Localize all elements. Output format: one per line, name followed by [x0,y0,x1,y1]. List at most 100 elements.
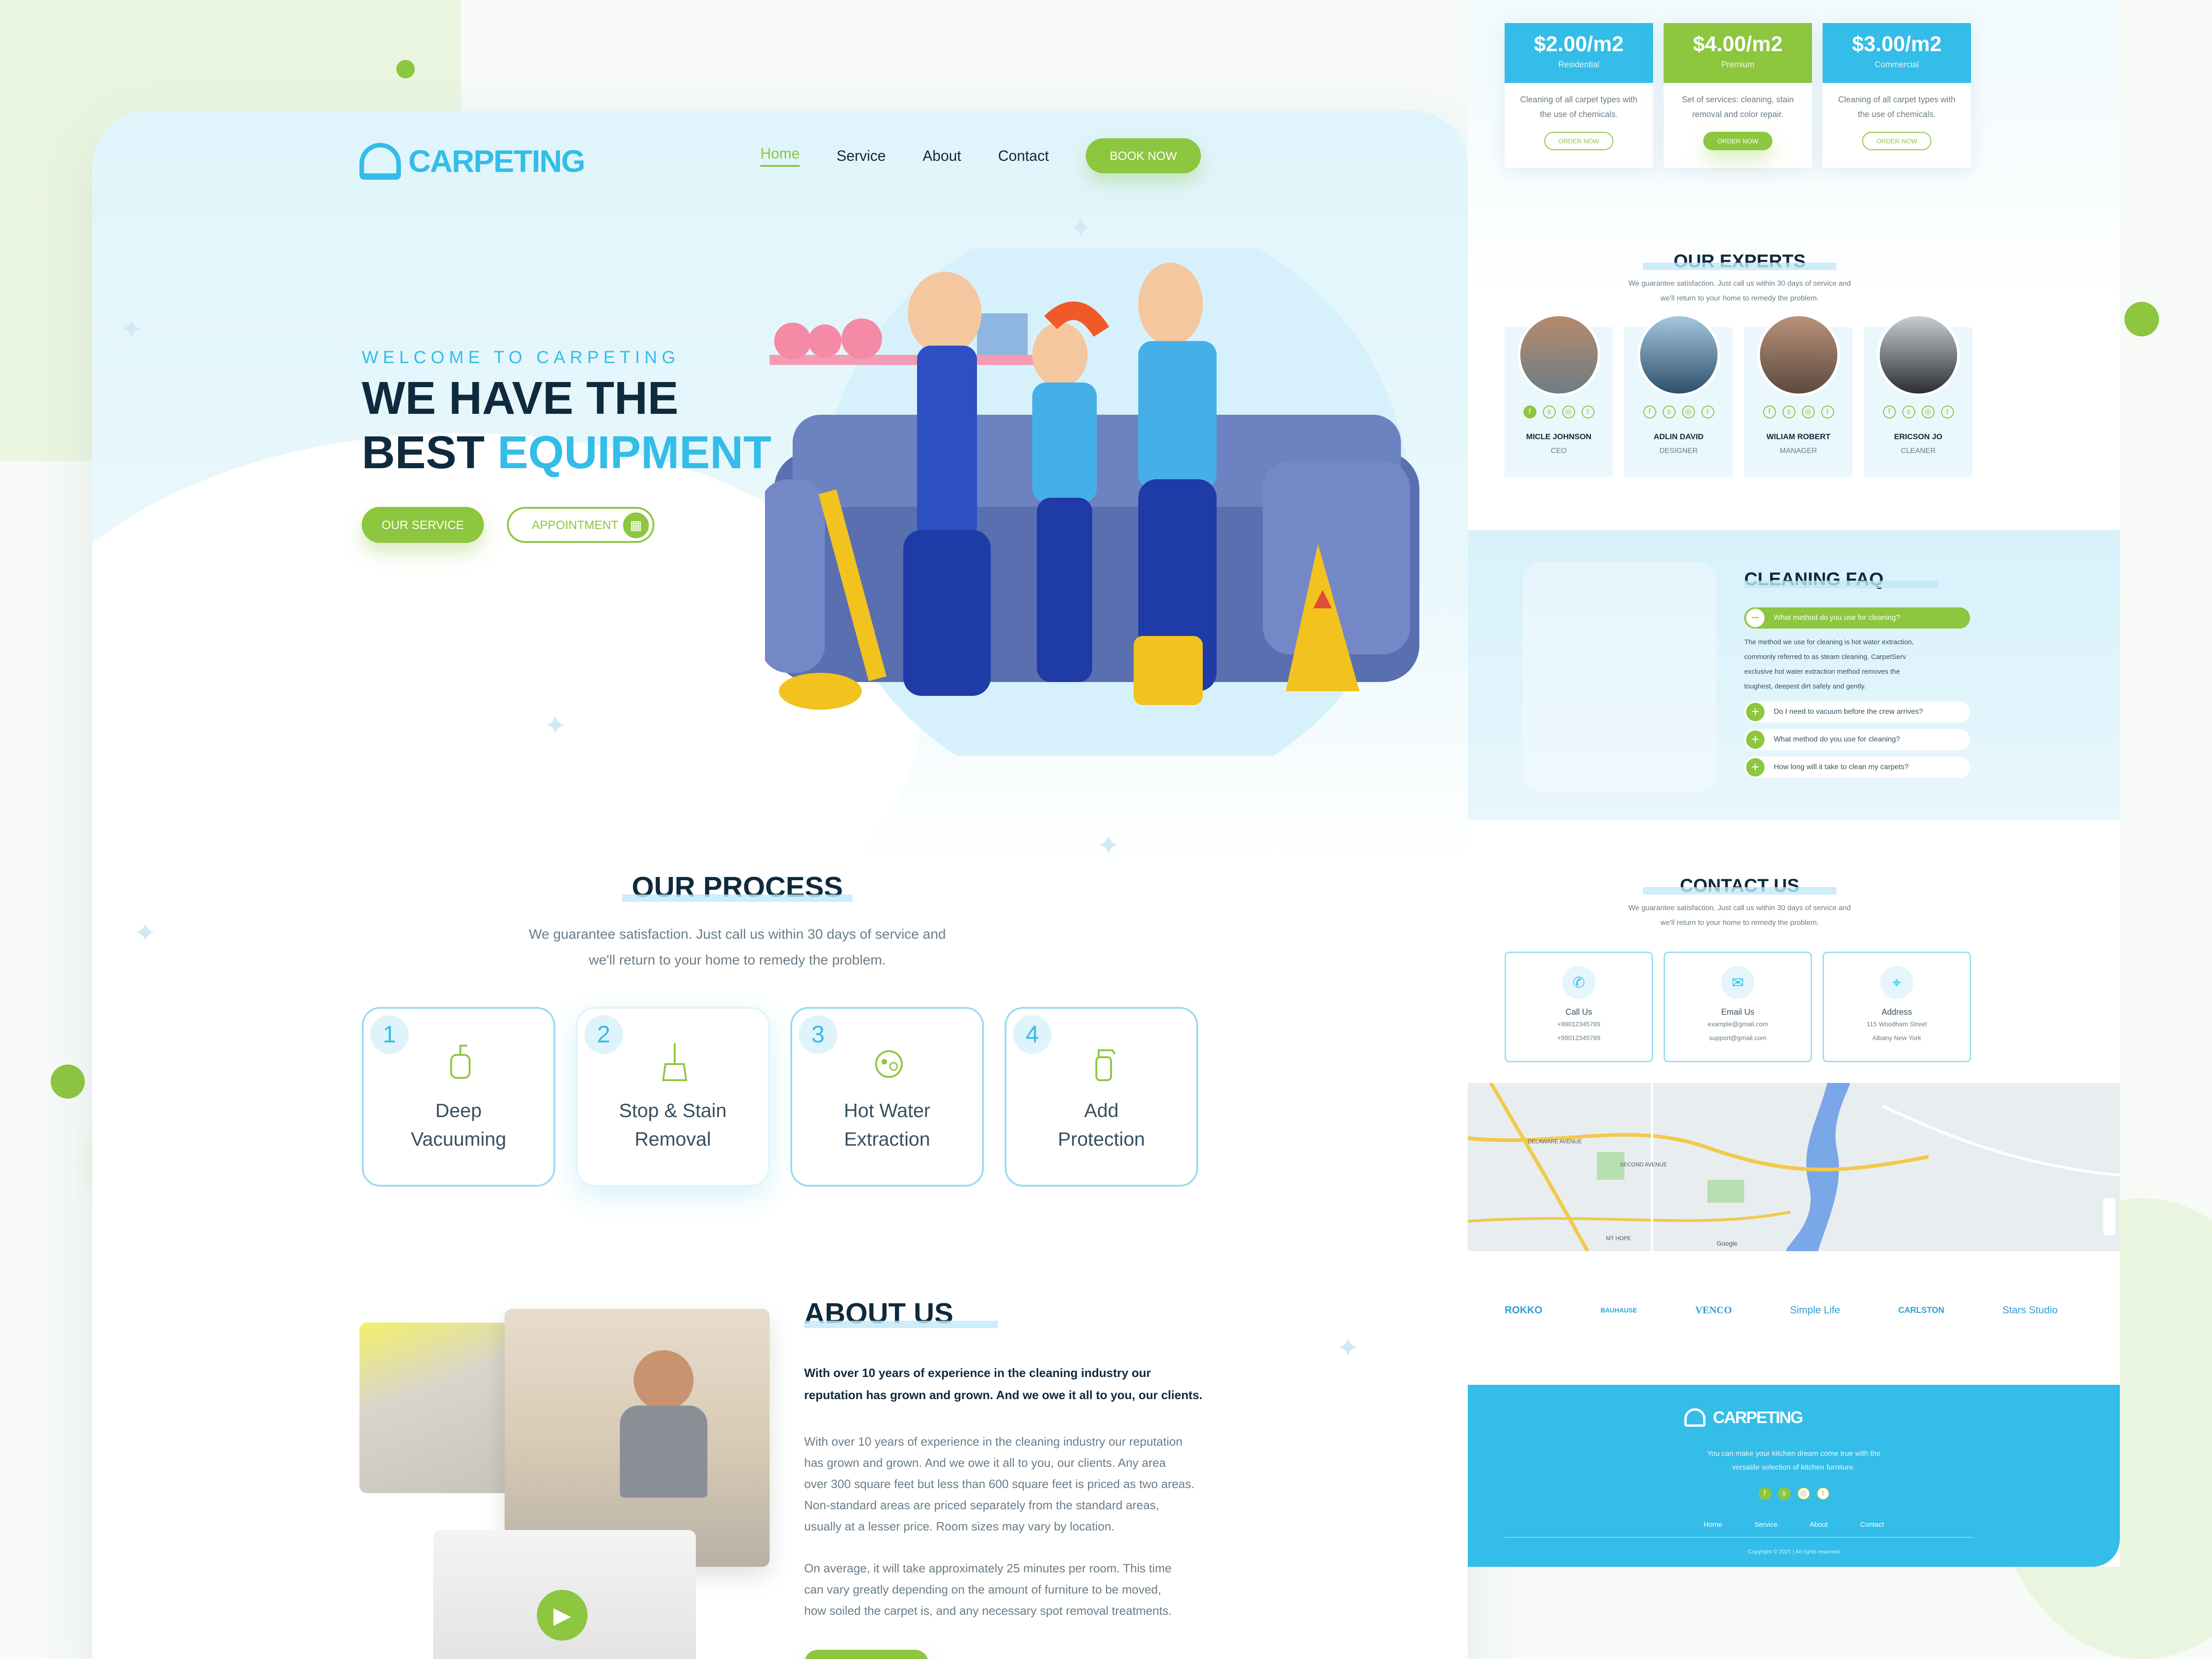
order-now-button[interactable]: ORDER NOW [1544,132,1613,150]
footer-link-about[interactable]: About [1810,1521,1828,1529]
expert-card[interactable]: f s ◎ t WILIAM ROBERT MANAGER [1744,313,1853,477]
faq-answer-line: The method we use for cleaning is hot wa… [1744,638,1914,646]
contact-desc-line2: we'll return to your home to remedy the … [1660,919,1819,927]
contact-desc-line1: We guarantee satisfaction. Just call us … [1628,904,1851,912]
hero-headline: WE HAVE THE BEST EQUIPMENT [362,371,771,480]
contact-label: Address [1881,1007,1912,1017]
facebook-icon[interactable]: f [1763,406,1776,418]
nav-about[interactable]: About [923,147,961,165]
play-icon[interactable]: ▶ [537,1590,588,1641]
nav-service[interactable]: Service [836,147,886,165]
expert-name: ADLIN DAVID [1653,432,1704,441]
skype-icon[interactable]: s [1542,406,1556,418]
expert-role: MANAGER [1780,447,1817,455]
instagram-icon[interactable]: ◎ [1797,1487,1810,1500]
about-photo-man-sofa [505,1309,770,1567]
footer-copyright: Copyright © 2021 | All rights reserved [1748,1548,1840,1555]
address-line: 115 Woodham Street [1866,1020,1927,1028]
step-label-line1: Hot Water [844,1100,930,1121]
process-step-card[interactable]: 4 Add Protection [1005,1007,1198,1187]
expert-card[interactable]: f s ◎ t ERICSON JO CLEANER [1864,313,1972,477]
footer-nav: Home Service About Contact [1468,1521,2120,1529]
faq-answer-line: exclusive hot water extraction method re… [1744,668,1900,676]
about-p1-line: over 300 square feet but less than 600 s… [804,1477,1194,1491]
faq-question[interactable]: + Do I need to vacuum before the crew arr… [1744,701,1970,723]
contact-label: Call Us [1565,1007,1592,1017]
price-desc-line: removal and color repair. [1692,110,1784,119]
skype-icon[interactable]: s [1902,406,1915,418]
order-now-button[interactable]: ORDER NOW [1862,132,1931,150]
facebook-icon[interactable]: f [1758,1487,1771,1500]
partner-logo: VENCO [1695,1304,1732,1316]
about-p1-line: usually at a lesser price. Room sizes ma… [804,1519,1115,1533]
about-video-thumbnail[interactable]: ▶ [433,1530,696,1659]
map-label: DELAWARE AVENUE [1528,1138,1582,1145]
facebook-icon[interactable]: f [1883,406,1896,418]
footer-link-home[interactable]: Home [1704,1521,1722,1529]
expert-card[interactable]: f s ◎ t ADLIN DAVID DESIGNER [1624,313,1733,477]
appointment-label: APPOINTMENT [532,518,618,532]
vacuum-logo-icon [359,143,401,180]
faq-question[interactable]: + How long will it take to clean my carpe… [1744,757,1970,778]
twitter-icon[interactable]: t [1581,406,1594,418]
footer-logo[interactable]: CARPETING [1684,1408,1803,1427]
location-map[interactable]: DELAWARE AVENUE SECOND AVENUE MT HOPE Go… [1468,1083,2120,1251]
skype-icon[interactable]: s [1782,406,1795,418]
price-value: $4.00/m2 [1693,32,1783,56]
pricing-card: $3.00/m2 Commercial Cleaning of all carp… [1823,23,1971,168]
process-step-card[interactable]: 3 Hot Water Extraction [790,1007,984,1187]
instagram-icon[interactable]: ◎ [1562,406,1575,418]
about-lead-line1: With over 10 years of experience in the … [804,1366,1151,1380]
process-step-card[interactable]: 1 Deep Vacuuming [362,1007,555,1187]
our-service-button[interactable]: OUR SERVICE [362,507,484,543]
brand-logo[interactable]: CARPETING [359,143,585,180]
sparkle-icon: ✦ [120,314,143,345]
footer-link-contact[interactable]: Contact [1860,1521,1884,1529]
minus-icon: − [1746,609,1765,627]
skype-icon[interactable]: s [1662,406,1676,418]
pricing-card: $4.00/m2 Premium Set of services: cleani… [1664,23,1812,168]
faq-question-open[interactable]: − What method do you use for cleaning? [1744,607,1970,629]
contact-card-address: ⌖ Address 115 Woodham Street Albany New … [1823,952,1971,1062]
step-label-line2: Vacuuming [411,1128,506,1150]
man-shirt [620,1406,707,1498]
book-now-button[interactable]: BOOK NOW [1085,138,1201,173]
price-description: Set of services: cleaning, stain removal … [1664,83,1812,122]
about-photo-vacuum-carpet [359,1323,512,1493]
twitter-icon[interactable]: t [1941,406,1954,418]
price-value: $3.00/m2 [1852,32,1942,56]
email-address[interactable]: support@gmail.com [1665,1031,1811,1045]
partner-logos: ROKKO BAUHAUSE VENCO Simple Life CARLSTO… [1505,1304,2058,1316]
phone-number[interactable]: +99012345789 [1506,1031,1652,1045]
step-label-line1: Deep [435,1100,482,1121]
twitter-icon[interactable]: t [1701,406,1714,418]
pricing-header: $2.00/m2 Residential [1505,23,1653,83]
appointment-button[interactable]: APPOINTMENT ▦ [507,507,654,543]
facebook-icon[interactable]: f [1643,406,1656,418]
order-now-button[interactable]: ORDER NOW [1703,132,1772,150]
twitter-icon[interactable]: t [1821,406,1834,418]
zoom-controls[interactable] [2103,1198,2115,1235]
twitter-icon[interactable]: t [1816,1487,1830,1500]
nav-home[interactable]: Home [760,145,800,167]
instagram-icon[interactable]: ◎ [1921,406,1935,418]
social-links: f s ◎ t [1744,406,1853,418]
about-read-more-button[interactable] [804,1650,929,1659]
faq-question-text: How long will it take to clean my carpet… [1774,763,1909,771]
brand-name: CARPETING [408,144,585,179]
phone-number[interactable]: +99012345789 [1506,1017,1652,1031]
email-address[interactable]: example@gmail.com [1665,1017,1811,1031]
expert-card[interactable]: f s ◎ t MICLE JOHNSON CEO [1505,313,1613,477]
headline-line2: BEST EQUIPMENT [362,425,771,480]
process-step-card[interactable]: 2 Stop & Stain Removal [576,1007,770,1187]
mail-icon: ✉ [1721,966,1754,999]
skype-icon[interactable]: s [1777,1487,1791,1500]
faq-question[interactable]: + What method do you use for cleaning? [1744,729,1970,750]
sparkle-icon: ✦ [1069,212,1093,243]
instagram-icon[interactable]: ◎ [1801,406,1815,418]
facebook-icon[interactable]: f [1523,406,1536,418]
step-label-line1: Stop & Stain [619,1100,727,1121]
footer-link-service[interactable]: Service [1754,1521,1777,1529]
nav-contact[interactable]: Contact [998,147,1049,165]
instagram-icon[interactable]: ◎ [1682,406,1695,418]
